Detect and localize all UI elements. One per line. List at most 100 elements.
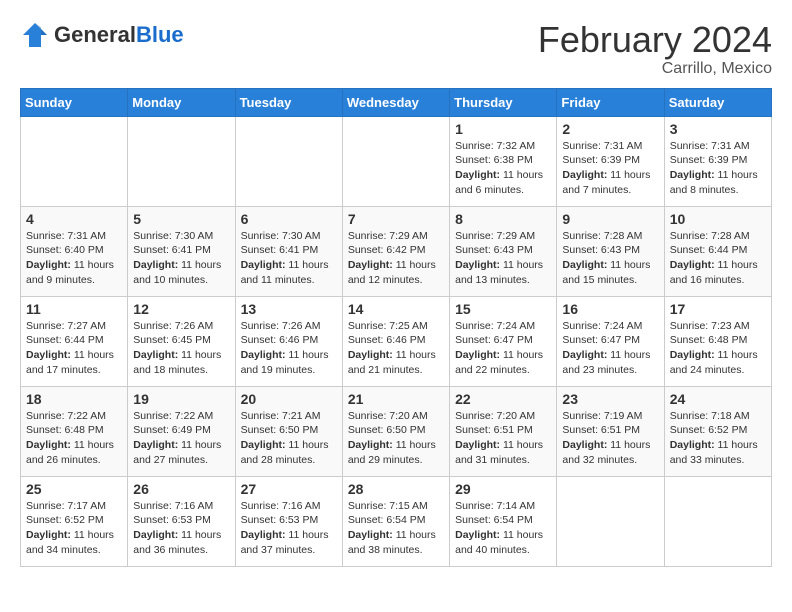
calendar-week-3: 11 Sunrise: 7:27 AMSunset: 6:44 PM Dayligh… bbox=[21, 296, 772, 386]
calendar-table: SundayMondayTuesdayWednesdayThursdayFrid… bbox=[20, 88, 772, 567]
cell-info-line: Sunrise: 7:30 AM bbox=[241, 229, 337, 244]
calendar-cell: 7Sunrise: 7:29 AMSunset: 6:42 PMDaylight… bbox=[342, 206, 449, 296]
cell-info-line: Sunset: 6:48 PM bbox=[26, 423, 122, 438]
day-number: 5 bbox=[133, 211, 229, 227]
calendar-cell: 6 Sunrise: 7:30 AMSunset: 6:41 PMDaylight… bbox=[235, 206, 342, 296]
calendar-cell: 23Sunrise: 7:19 AMSunset: 6:51 PMDayligh… bbox=[557, 386, 664, 476]
calendar-cell: 26Sunrise: 7:16 AMSunset: 6:53 PMDayligh… bbox=[128, 476, 235, 566]
calendar-cell: 27Sunrise: 7:16 AMSunset: 6:53 PMDayligh… bbox=[235, 476, 342, 566]
cell-info-line: Sunset: 6:43 PM bbox=[455, 243, 551, 258]
cell-info-line: Sunrise: 7:19 AM bbox=[562, 409, 658, 424]
cell-info-line: Sunset: 6:40 PM bbox=[26, 243, 122, 258]
cell-info-line: Daylight: 11 hours and 26 minutes. bbox=[26, 438, 122, 467]
day-number: 19 bbox=[133, 391, 229, 407]
cell-info-line: Sunrise: 7:28 AM bbox=[562, 229, 658, 244]
cell-info-line: Sunrise: 7:17 AM bbox=[26, 499, 122, 514]
cell-info-line: Sunrise: 7:25 AM bbox=[348, 319, 444, 334]
day-number: 11 bbox=[26, 301, 122, 317]
calendar-cell: 19Sunrise: 7:22 AMSunset: 6:49 PMDayligh… bbox=[128, 386, 235, 476]
cell-info-line: Sunrise: 7:18 AM bbox=[670, 409, 766, 424]
cell-info-line: Daylight: 11 hours and 15 minutes. bbox=[562, 258, 658, 287]
cell-info-line: Sunset: 6:50 PM bbox=[348, 423, 444, 438]
cell-info-line: Sunset: 6:48 PM bbox=[670, 333, 766, 348]
cell-info-line: Daylight: 11 hours and 19 minutes. bbox=[241, 348, 337, 377]
day-number: 8 bbox=[455, 211, 551, 227]
cell-info-line: Sunset: 6:38 PM bbox=[455, 153, 551, 168]
day-number: 3 bbox=[670, 121, 766, 137]
cell-info-line: Daylight: 11 hours and 13 minutes. bbox=[455, 258, 551, 287]
logo-general-text: GeneralBlue bbox=[54, 24, 184, 47]
cell-info-line: Sunset: 6:39 PM bbox=[670, 153, 766, 168]
cell-info-line: Sunrise: 7:20 AM bbox=[348, 409, 444, 424]
cell-info-line: Daylight: 11 hours and 21 minutes. bbox=[348, 348, 444, 377]
cell-info-line: Daylight: 11 hours and 38 minutes. bbox=[348, 528, 444, 557]
day-number: 17 bbox=[670, 301, 766, 317]
cell-info-line: Sunset: 6:53 PM bbox=[133, 513, 229, 528]
cell-info-line: Sunrise: 7:24 AM bbox=[455, 319, 551, 334]
calendar-cell: 11Sunrise: 7:27 AMSunset: 6:44 PMDayligh… bbox=[21, 296, 128, 386]
calendar-cell: 5Sunrise: 7:30 AMSunset: 6:41 PMDaylight… bbox=[128, 206, 235, 296]
cell-info-line: Sunset: 6:43 PM bbox=[562, 243, 658, 258]
column-header-thursday: Thursday bbox=[450, 88, 557, 116]
cell-info-line: Daylight: 11 hours and 40 minutes. bbox=[455, 528, 551, 557]
calendar-cell: 20Sunrise: 7:21 AMSunset: 6:50 PMDayligh… bbox=[235, 386, 342, 476]
day-number: 16 bbox=[562, 301, 658, 317]
calendar-cell: 16 Sunrise: 7:24 AMSunset: 6:47 PMDayligh… bbox=[557, 296, 664, 386]
cell-info-line: Sunrise: 7:30 AM bbox=[133, 229, 229, 244]
calendar-cell: 1Sunrise: 7:32 AMSunset: 6:38 PMDaylight… bbox=[450, 116, 557, 206]
day-number: 1 bbox=[455, 121, 551, 137]
day-number: 12 bbox=[133, 301, 229, 317]
cell-info-line: Daylight: 11 hours and 9 minutes. bbox=[26, 258, 122, 287]
cell-info-line: Sunrise: 7:29 AM bbox=[348, 229, 444, 244]
day-number: 6 bbox=[241, 211, 337, 227]
cell-info-line: Sunset: 6:54 PM bbox=[348, 513, 444, 528]
cell-info-line: Sunrise: 7:22 AM bbox=[133, 409, 229, 424]
day-number: 27 bbox=[241, 481, 337, 497]
calendar-cell: 10Sunrise: 7:28 AMSunset: 6:44 PMDayligh… bbox=[664, 206, 771, 296]
calendar-cell: 9 Sunrise: 7:28 AMSunset: 6:43 PMDaylight… bbox=[557, 206, 664, 296]
day-number: 26 bbox=[133, 481, 229, 497]
cell-info-line: Sunrise: 7:24 AM bbox=[562, 319, 658, 334]
cell-info-line: Daylight: 11 hours and 31 minutes. bbox=[455, 438, 551, 467]
day-number: 18 bbox=[26, 391, 122, 407]
cell-info-line: Sunset: 6:45 PM bbox=[133, 333, 229, 348]
calendar-cell bbox=[235, 116, 342, 206]
cell-info-line: Sunset: 6:50 PM bbox=[241, 423, 337, 438]
day-number: 29 bbox=[455, 481, 551, 497]
calendar-week-2: 4Sunrise: 7:31 AMSunset: 6:40 PMDaylight… bbox=[21, 206, 772, 296]
calendar-week-4: 18Sunrise: 7:22 AMSunset: 6:48 PMDayligh… bbox=[21, 386, 772, 476]
cell-info-line: Sunrise: 7:31 AM bbox=[670, 139, 766, 154]
day-number: 15 bbox=[455, 301, 551, 317]
cell-info-line: Sunset: 6:52 PM bbox=[26, 513, 122, 528]
cell-info-line: Sunset: 6:47 PM bbox=[455, 333, 551, 348]
cell-info-line: Sunset: 6:51 PM bbox=[455, 423, 551, 438]
cell-info-line: Sunrise: 7:28 AM bbox=[670, 229, 766, 244]
cell-info-line: Sunrise: 7:31 AM bbox=[562, 139, 658, 154]
cell-info-line: Sunset: 6:47 PM bbox=[562, 333, 658, 348]
cell-info-line: Sunset: 6:49 PM bbox=[133, 423, 229, 438]
cell-info-line: Sunset: 6:41 PM bbox=[241, 243, 337, 258]
cell-info-line: Sunset: 6:54 PM bbox=[455, 513, 551, 528]
cell-info-line: Daylight: 11 hours and 36 minutes. bbox=[133, 528, 229, 557]
calendar-cell bbox=[21, 116, 128, 206]
cell-info-line: Sunset: 6:39 PM bbox=[562, 153, 658, 168]
logo-icon bbox=[20, 20, 50, 50]
calendar-cell: 13Sunrise: 7:26 AMSunset: 6:46 PMDayligh… bbox=[235, 296, 342, 386]
column-header-wednesday: Wednesday bbox=[342, 88, 449, 116]
page-title: February 2024 bbox=[538, 20, 772, 60]
cell-info-line: Daylight: 11 hours and 23 minutes. bbox=[562, 348, 658, 377]
cell-info-line: Sunset: 6:44 PM bbox=[26, 333, 122, 348]
day-number: 21 bbox=[348, 391, 444, 407]
calendar-cell: 17Sunrise: 7:23 AMSunset: 6:48 PMDayligh… bbox=[664, 296, 771, 386]
column-header-friday: Friday bbox=[557, 88, 664, 116]
cell-info-line: Sunrise: 7:26 AM bbox=[241, 319, 337, 334]
day-number: 9 bbox=[562, 211, 658, 227]
cell-info-line: Sunrise: 7:32 AM bbox=[455, 139, 551, 154]
cell-info-line: Sunrise: 7:27 AM bbox=[26, 319, 122, 334]
calendar-cell: 2Sunrise: 7:31 AMSunset: 6:39 PMDaylight… bbox=[557, 116, 664, 206]
cell-info-line: Daylight: 11 hours and 11 minutes. bbox=[241, 258, 337, 287]
cell-info-line: Daylight: 11 hours and 22 minutes. bbox=[455, 348, 551, 377]
day-number: 7 bbox=[348, 211, 444, 227]
day-number: 24 bbox=[670, 391, 766, 407]
cell-info-line: Sunrise: 7:14 AM bbox=[455, 499, 551, 514]
